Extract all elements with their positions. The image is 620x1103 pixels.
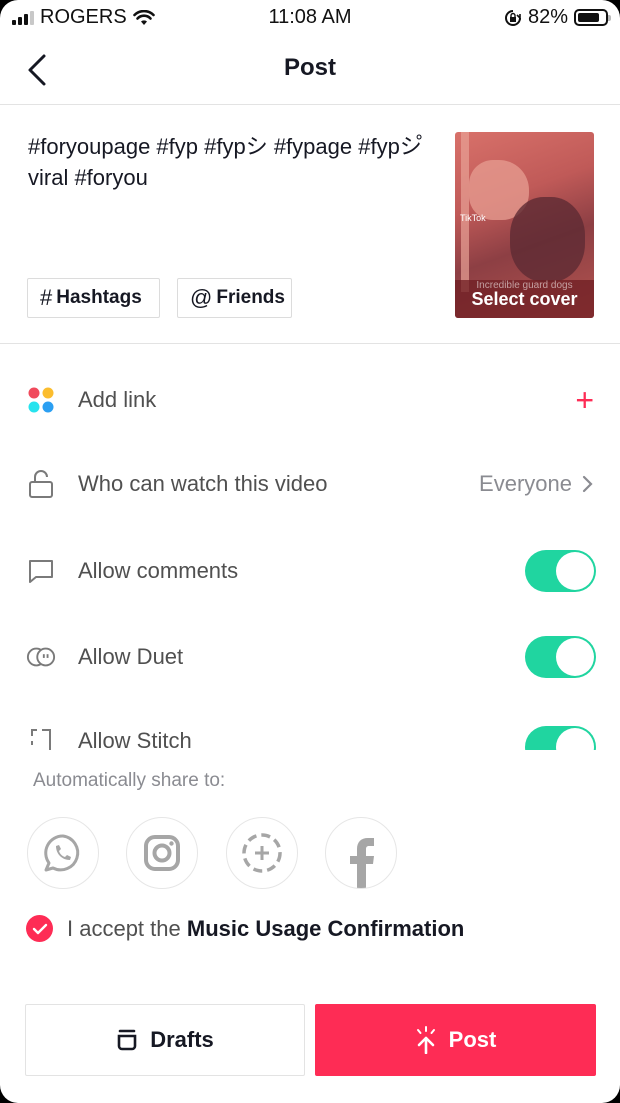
allow-comments-label: Allow comments xyxy=(78,558,239,583)
colored-dots-icon xyxy=(26,385,56,415)
page-title: Post xyxy=(283,54,336,81)
hashtags-button[interactable]: # Hashtags xyxy=(27,278,160,318)
allow-stitch-label: Allow Stitch xyxy=(78,728,192,750)
post-upload-icon xyxy=(416,1026,435,1054)
instagram-icon xyxy=(144,835,180,871)
facebook-icon xyxy=(350,838,374,888)
add-link-label: Add link xyxy=(78,387,157,412)
share-instagram-button[interactable] xyxy=(126,817,198,889)
drafts-button[interactable]: Drafts xyxy=(25,1004,305,1076)
plus-icon[interactable]: + xyxy=(575,384,594,416)
allow-duet-row: Allow Duet xyxy=(0,627,620,687)
music-usage-confirmation: I accept the Music Usage Confirmation xyxy=(26,915,464,942)
who-can-watch-label: Who can watch this video xyxy=(78,471,328,496)
music-usage-link[interactable]: Music Usage Confirmation xyxy=(187,916,464,941)
toggle-knob xyxy=(556,638,594,676)
add-link-row[interactable]: Add link + xyxy=(0,370,620,430)
post-button[interactable]: Post xyxy=(315,1004,596,1076)
checkmark-icon xyxy=(32,923,47,934)
battery-icon xyxy=(574,9,611,26)
allow-duet-label: Allow Duet xyxy=(78,644,184,669)
unlock-icon xyxy=(26,469,56,499)
add-link-action: + xyxy=(575,384,594,416)
hashtag-icon: # xyxy=(40,285,53,310)
chevron-right-icon xyxy=(582,475,593,493)
orientation-lock-icon xyxy=(504,9,521,26)
battery-percent: 82% xyxy=(527,6,568,28)
allow-stitch-toggle[interactable] xyxy=(525,726,596,750)
toggle-knob xyxy=(556,552,594,590)
cover-thumbnail-dog xyxy=(510,197,585,282)
who-can-watch-row[interactable]: Who can watch this video Everyone xyxy=(0,454,620,514)
story-add-icon xyxy=(242,833,282,873)
stitch-icon xyxy=(26,726,56,750)
friends-button[interactable]: @ Friends xyxy=(177,278,292,318)
privacy-value-text: Everyone xyxy=(479,471,572,496)
whatsapp-icon xyxy=(44,834,80,872)
allow-stitch-row: Allow Stitch xyxy=(0,712,620,750)
mention-icon: @ xyxy=(190,285,213,310)
cover-thumbnail-window xyxy=(461,132,469,292)
allow-comments-toggle[interactable] xyxy=(525,550,596,592)
hashtags-label: Hashtags xyxy=(56,287,142,308)
post-screen: ROGERS 11:08 AM 82% Post #foryoupage #fy… xyxy=(0,0,620,1103)
share-label: Automatically share to: xyxy=(33,770,226,791)
select-cover-label: Select cover xyxy=(471,289,578,309)
status-bar: ROGERS 11:08 AM 82% xyxy=(0,0,620,36)
tiktok-watermark: TikTok xyxy=(460,213,486,223)
friends-label: Friends xyxy=(216,287,285,308)
status-right: 82% xyxy=(504,6,611,29)
share-story-button[interactable] xyxy=(226,817,298,889)
comment-icon xyxy=(26,556,56,586)
caption-area: #foryoupage #fyp #fypシ #fypage #fypシ゚vir… xyxy=(0,105,620,344)
battery-fill xyxy=(578,13,600,22)
toggle-knob xyxy=(556,728,594,750)
post-label: Post xyxy=(448,1027,497,1052)
nav-bar: Post xyxy=(0,36,620,105)
drafts-label: Drafts xyxy=(150,1027,214,1052)
allow-duet-toggle[interactable] xyxy=(525,636,596,678)
allow-comments-row: Allow comments xyxy=(0,541,620,601)
caption-input[interactable]: #foryoupage #fyp #fypシ #fypage #fypシ゚vir… xyxy=(28,131,428,193)
accept-prefix-text: I accept the xyxy=(67,915,181,941)
drafts-icon xyxy=(117,1029,137,1051)
share-facebook-button[interactable] xyxy=(325,817,397,889)
share-whatsapp-button[interactable] xyxy=(27,817,99,889)
select-cover-button[interactable]: TikTok Incredible guard dogs Select cove… xyxy=(455,132,594,318)
accept-prefix: I accept the Music Usage Confirmation xyxy=(67,916,464,942)
allow-stitch-clip: Allow Stitch xyxy=(0,712,620,750)
duet-icon xyxy=(26,642,56,672)
accept-checkbox[interactable] xyxy=(26,915,53,942)
privacy-value: Everyone xyxy=(479,471,594,497)
